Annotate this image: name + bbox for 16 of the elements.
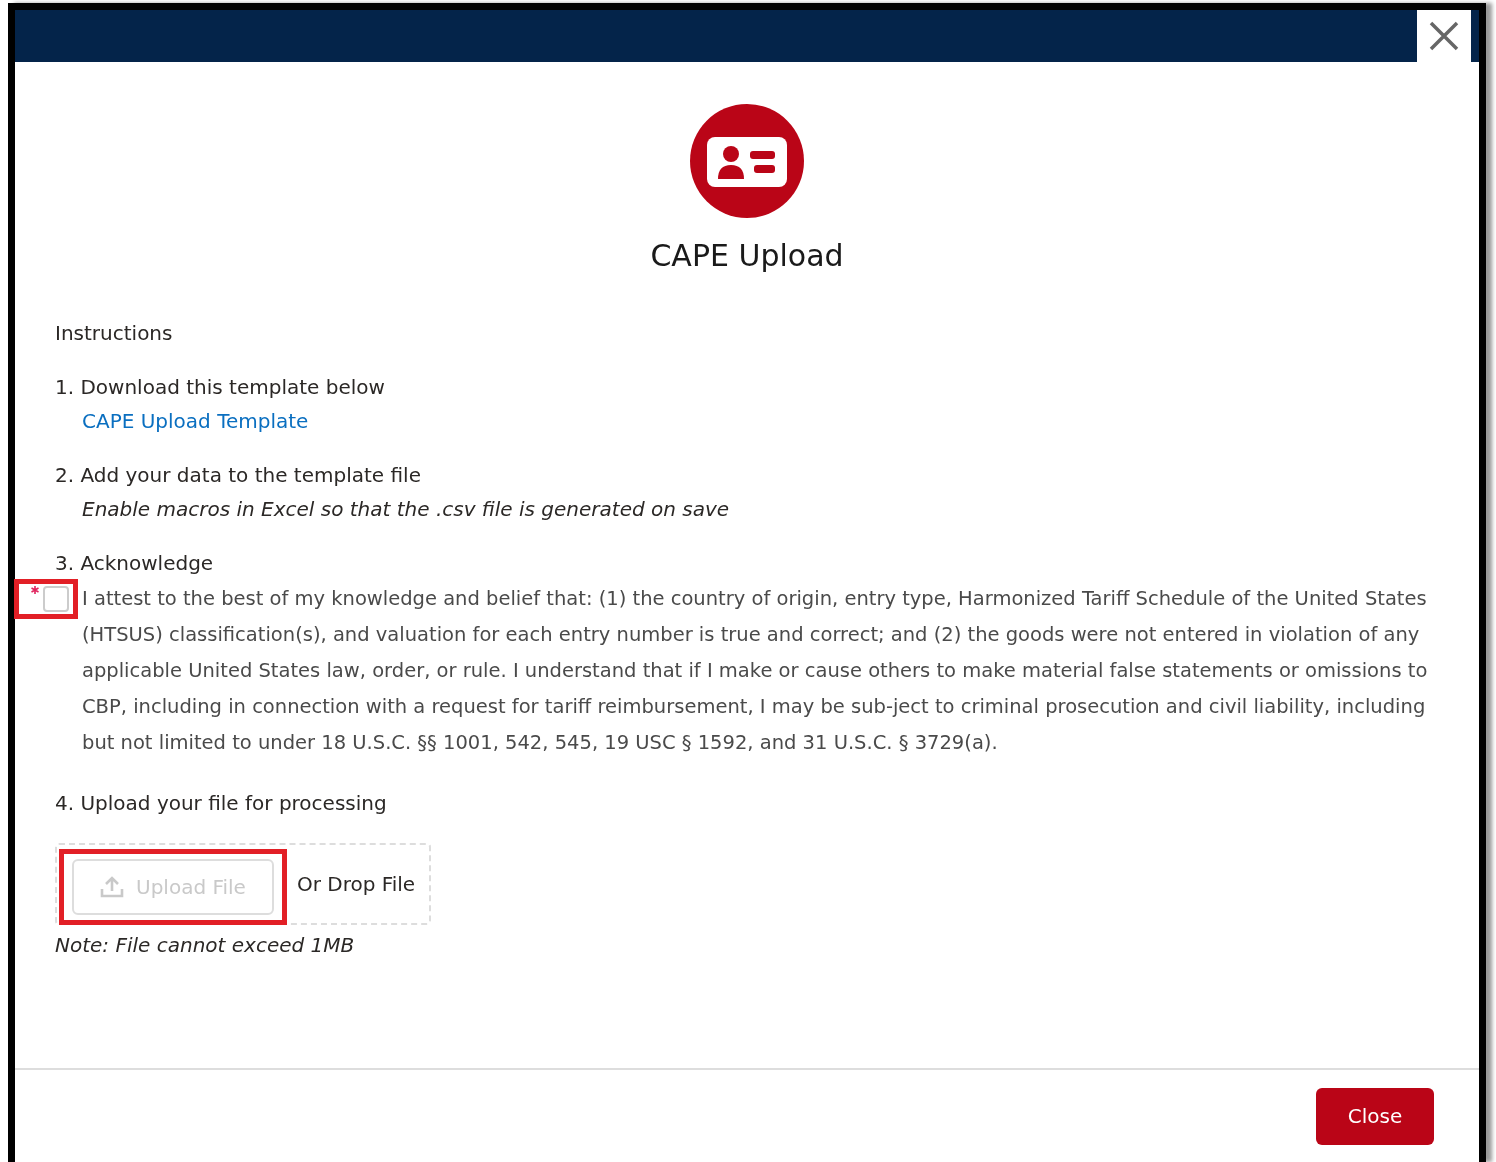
step-note: Enable macros in Excel so that the .csv file is generated on save: [82, 497, 731, 521]
acknowledge-checkbox[interactable]: [43, 586, 69, 612]
close-button[interactable]: Close: [1316, 1087, 1434, 1145]
modal-title: CAPE Upload: [650, 238, 844, 273]
attestation-text: I attest to the best of my knowledge and belief that: (1) the country of origin, entry type, Harmonized Tariff Schedule of the United States (HTSUS) classification(s), and valuation for each entry number is true and correct; and (2) the goods were not entered in violation of any applicable United States law, order, or rule. I understand that if I make or cause others to make material false statements or omissions to CBP, including in connection with a request for tariff reimbursement, I may be sub-ject to criminal prosecution and civil liability, including but not limited to under 18 U.S.C. §§ 1001, 542, 545, 19 USC § 1592, and 31 U.S.C. § 3729(a).: [82, 587, 1428, 754]
drop-file-text: Or Drop File: [296, 872, 416, 896]
instructions-heading: Instructions: [55, 321, 174, 345]
file-size-note: Note: File cannot exceed 1MB: [55, 933, 356, 957]
step-title: 2. Add your data to the template file: [55, 463, 422, 487]
close-icon[interactable]: [1417, 10, 1471, 62]
contact-card-icon: [690, 104, 804, 218]
step-title: 3. Acknowledge: [55, 551, 215, 575]
upload-icon: [100, 876, 124, 898]
template-link[interactable]: CAPE Upload Template: [82, 409, 309, 433]
step-title: 4. Upload your file for processing: [55, 791, 388, 815]
step-title: 1. Download this template below: [55, 375, 386, 399]
